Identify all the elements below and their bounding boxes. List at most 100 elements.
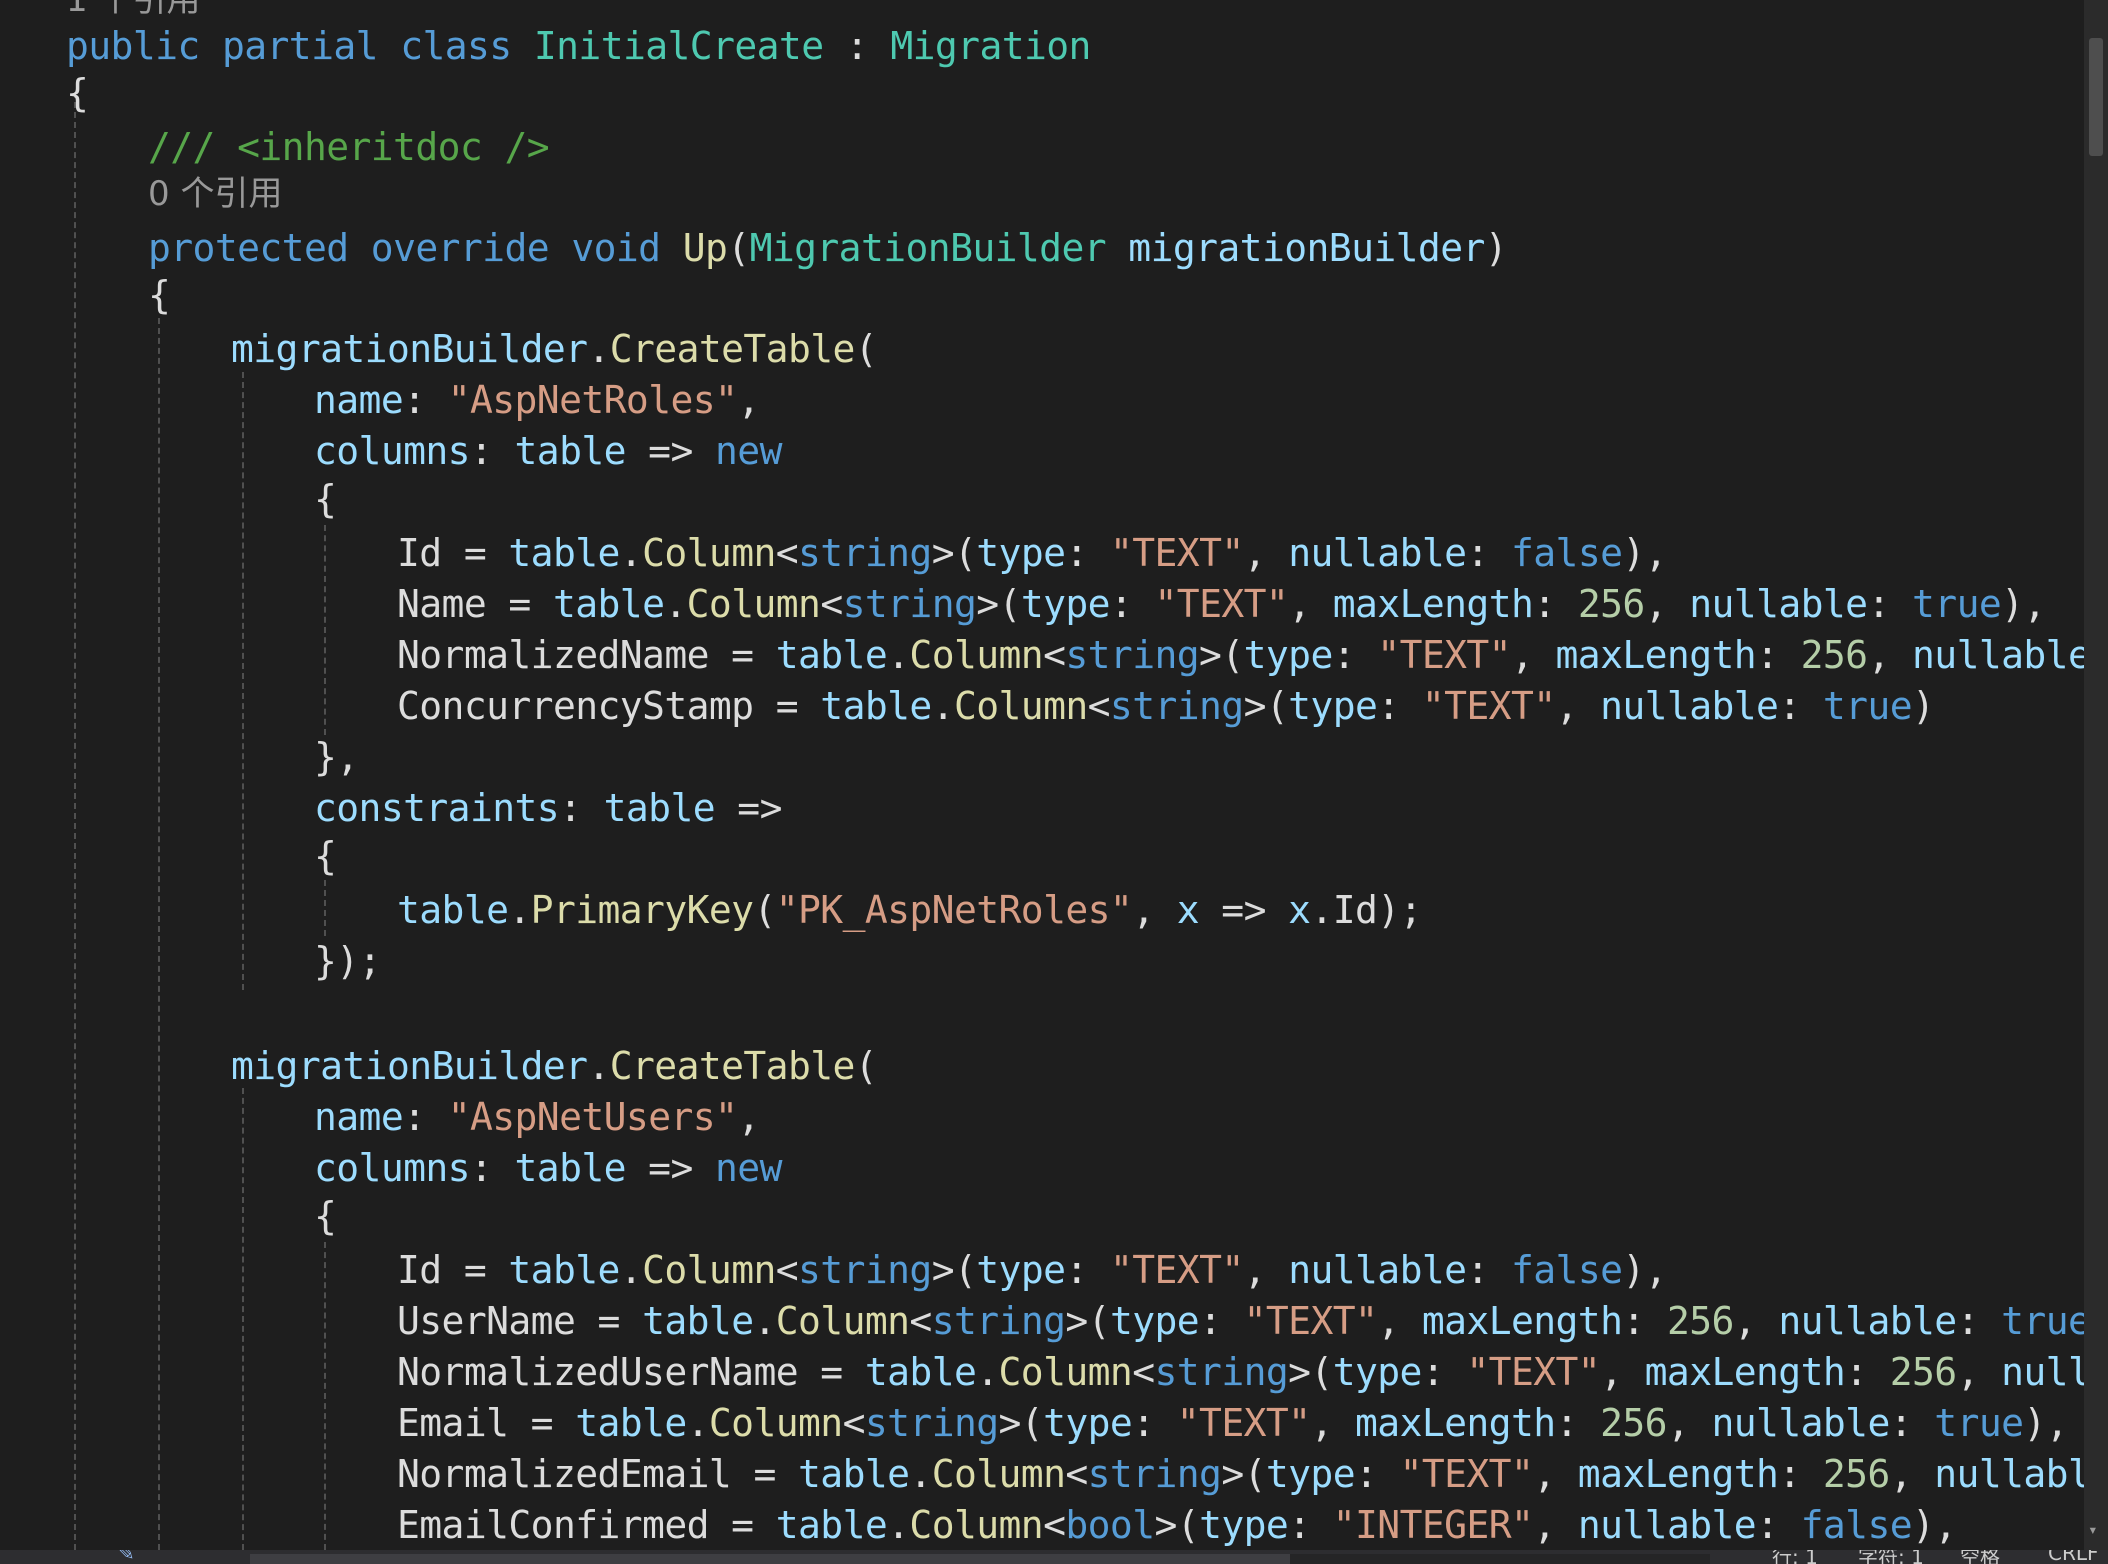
code-line[interactable]: public partial class InitialCreate : Mig… (66, 21, 1091, 72)
code-token: table (514, 1146, 627, 1190)
code-line[interactable]: { (314, 474, 337, 525)
code-token: , (1377, 1299, 1422, 1343)
cursor-line[interactable]: 行: 1 (1772, 1550, 1818, 1564)
code-line[interactable]: NormalizedUserName = table.Column<string… (397, 1347, 2084, 1398)
code-token: ), (1912, 1503, 1957, 1547)
code-token: : (469, 429, 515, 473)
scroll-down-arrow-icon[interactable]: ▾ (2088, 1520, 2098, 1539)
codelens-references[interactable]: 0 个引用 (148, 172, 282, 216)
code-line[interactable]: table.PrimaryKey("PK_AspNetRoles", x => … (397, 885, 1422, 936)
code-line[interactable]: { (148, 270, 171, 321)
code-token: Name (397, 582, 487, 626)
code-line[interactable]: columns: table => new (314, 1143, 782, 1194)
code-token: < (1087, 684, 1111, 728)
code-line[interactable]: UserName = table.Column<string>(type: "T… (397, 1296, 2084, 1347)
code-token: Id (397, 531, 442, 575)
horizontal-scrollbar-thumb[interactable] (250, 1554, 1290, 1564)
vertical-scrollbar[interactable]: ▾ (2084, 0, 2108, 1550)
code-token: : (1377, 684, 1422, 728)
code-token: CreateTable (609, 327, 856, 371)
code-token: table (642, 1299, 754, 1343)
code-token: >( (976, 582, 1021, 626)
code-line[interactable]: Id = table.Column<string>(type: "TEXT", … (397, 528, 1668, 579)
code-token: class (400, 24, 512, 68)
code-line[interactable]: /// <inheritdoc /> (148, 122, 550, 173)
code-token: , (1956, 1350, 2002, 1394)
code-line[interactable]: NormalizedEmail = table.Column<string>(t… (397, 1449, 2084, 1500)
code-line[interactable]: Email = table.Column<string>(type: "TEXT… (397, 1398, 2069, 1449)
code-token: { (314, 477, 337, 521)
code-token: => (715, 786, 782, 830)
code-line[interactable]: { (66, 68, 89, 119)
code-token: columns (314, 429, 471, 473)
code-token: { (314, 1194, 337, 1238)
code-line[interactable]: NormalizedName = table.Column<string>(ty… (397, 630, 2084, 681)
indentation-mode[interactable]: 空格 (1960, 1550, 2000, 1564)
code-line[interactable]: ConcurrencyStamp = table.Column<string>(… (397, 681, 1935, 732)
vertical-scrollbar-thumb[interactable] (2089, 38, 2103, 156)
code-token: : (1288, 1503, 1333, 1547)
code-token: ( (753, 888, 776, 932)
code-token: . (686, 1401, 710, 1445)
code-token: < (1065, 1452, 1088, 1496)
code-token: MigrationBuilder (749, 226, 1107, 270)
code-line[interactable]: }, (314, 732, 359, 783)
code-token: >( (1199, 633, 1244, 677)
code-line[interactable]: migrationBuilder.CreateTable( (231, 324, 878, 375)
code-token: Column (953, 684, 1088, 728)
code-line[interactable]: name: "AspNetRoles", (314, 375, 760, 426)
code-token: table (775, 1503, 888, 1547)
line-ending[interactable]: CRLF (2048, 1550, 2099, 1564)
code-token: : (1867, 582, 1913, 626)
code-token: , (1510, 633, 1556, 677)
code-token: , (1555, 684, 1601, 728)
code-token: }, (314, 735, 359, 779)
indent-guide (158, 318, 160, 1550)
code-token: string (864, 1401, 999, 1445)
code-line[interactable]: constraints: table => (314, 783, 782, 834)
code-line[interactable]: Id = table.Column<string>(type: "TEXT", … (397, 1245, 1668, 1296)
code-token: type (1265, 1452, 1356, 1496)
code-token: >( (931, 531, 977, 575)
code-token: NormalizedName (397, 633, 710, 677)
code-token: nullable (1288, 1248, 1467, 1292)
code-token: "TEXT" (1243, 1299, 1378, 1343)
code-line[interactable]: { (314, 831, 337, 882)
codelens-references[interactable]: 1 个引用 (66, 0, 200, 22)
indent-guide (242, 372, 244, 990)
code-line[interactable]: EmailConfirmed = table.Column<bool>(type… (397, 1500, 1957, 1550)
code-line[interactable]: { (314, 1191, 337, 1242)
code-token: : (1199, 1299, 1244, 1343)
intellicode-icon[interactable]: ✎ (118, 1550, 135, 1564)
code-line[interactable]: migrationBuilder.CreateTable( (231, 1041, 878, 1092)
code-token: maxLength (1577, 1452, 1779, 1496)
code-token: true (1912, 582, 2002, 626)
code-token: nullable (1912, 633, 2084, 677)
code-token: nullable (1577, 1503, 1757, 1547)
code-token: = (486, 582, 553, 626)
code-line[interactable]: protected override void Up(MigrationBuil… (148, 223, 1508, 274)
code-token: ), (1622, 531, 1667, 575)
code-token: , (1733, 1299, 1779, 1343)
code-line[interactable]: columns: table => new (314, 426, 782, 477)
code-token: ), (1622, 1248, 1667, 1292)
code-token: string (1065, 633, 1200, 677)
code-token: type (1043, 1401, 1133, 1445)
cursor-char[interactable]: 字符: 1 (1858, 1550, 1924, 1564)
code-token: . (619, 1248, 643, 1292)
code-token: "TEXT" (1399, 1452, 1534, 1496)
code-token: string (798, 1248, 932, 1292)
code-token: , (1243, 531, 1289, 575)
code-editor[interactable]: 1 个引用 0 个引用 public partial class Initial… (0, 0, 2084, 1550)
code-token: { (66, 71, 89, 115)
code-line[interactable]: Name = table.Column<string>(type: "TEXT"… (397, 579, 2046, 630)
code-token: = (441, 1248, 509, 1292)
code-token: , (1600, 1350, 1645, 1394)
indent-guide (324, 880, 326, 936)
code-token: public (66, 24, 200, 68)
code-line[interactable]: name: "AspNetUsers", (314, 1092, 760, 1143)
code-token: { (148, 273, 171, 317)
code-line[interactable]: }); (314, 936, 381, 987)
